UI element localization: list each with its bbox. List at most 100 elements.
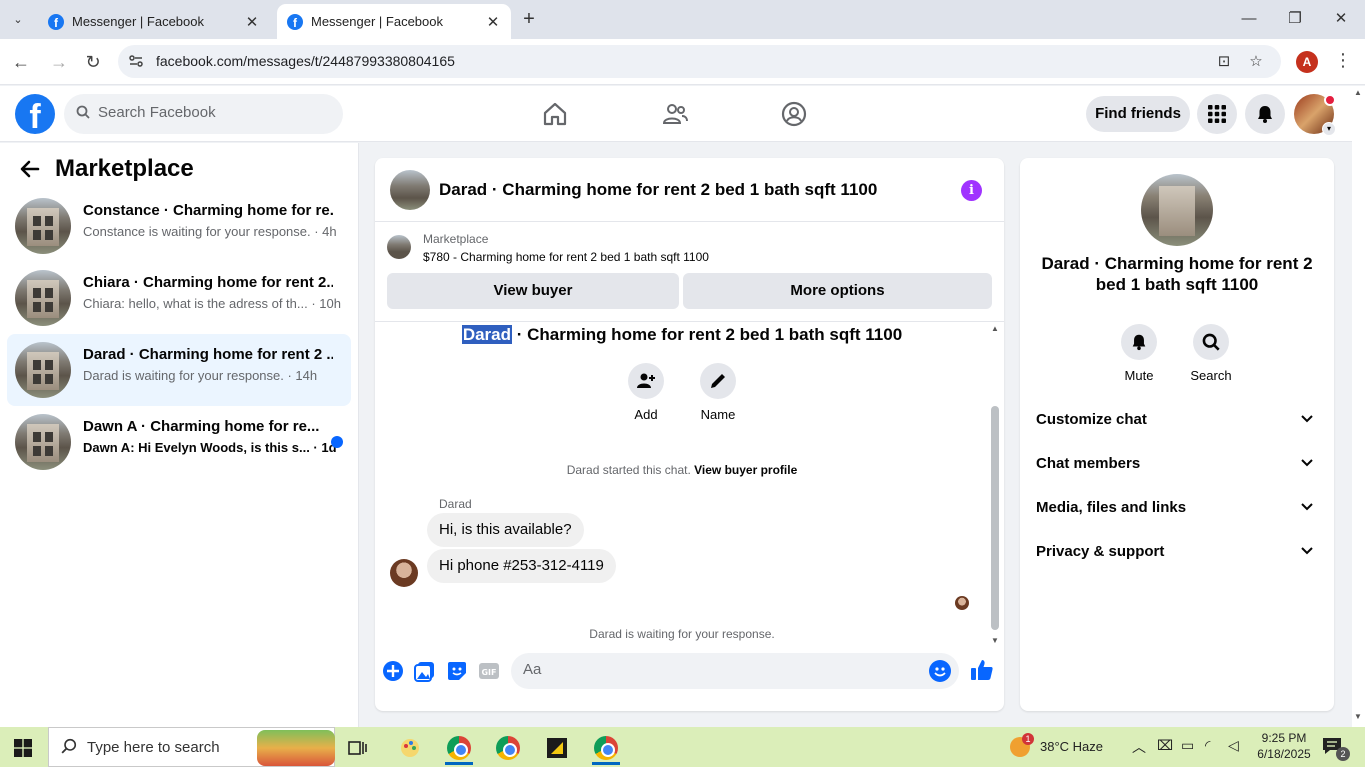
scroll-down-icon[interactable]: ▼ bbox=[989, 636, 1001, 645]
back-arrow-icon[interactable] bbox=[20, 159, 40, 185]
taskbar-clock[interactable]: 9:25 PM 6/18/2025 bbox=[1254, 730, 1314, 762]
menu-grid-icon[interactable] bbox=[1197, 94, 1237, 134]
search-in-chat-button[interactable]: Search bbox=[1186, 324, 1236, 383]
conversation-snippet: Darad is waiting for your response. · 14… bbox=[83, 368, 318, 383]
address-bar[interactable]: facebook.com/messages/t/2448799338080416… bbox=[118, 45, 1281, 78]
windows-start-icon[interactable] bbox=[14, 739, 32, 757]
plus-circle-icon[interactable] bbox=[382, 660, 404, 682]
listing-thumbnail bbox=[15, 342, 71, 398]
meet-now-icon[interactable]: ⌧ bbox=[1157, 737, 1173, 754]
task-view-icon[interactable] bbox=[338, 731, 378, 765]
chat-title[interactable]: Darad · Charming home for rent 2 bed 1 b… bbox=[439, 180, 877, 200]
facebook-favicon-icon: f bbox=[48, 13, 64, 30]
chevron-down-icon bbox=[1300, 499, 1314, 513]
emoji-icon[interactable] bbox=[929, 660, 951, 682]
sticky-notes-icon[interactable] bbox=[537, 731, 577, 765]
profile-avatar[interactable]: A bbox=[1296, 51, 1318, 73]
tray-chevron-up-icon[interactable]: ︿ bbox=[1132, 737, 1146, 757]
listing-thumbnail bbox=[15, 270, 71, 326]
tab-close-icon[interactable]: ✕ bbox=[485, 13, 501, 31]
battery-icon[interactable]: ▭ bbox=[1181, 737, 1194, 754]
message-bubble[interactable]: Hi phone #253-312-4119 bbox=[427, 549, 616, 583]
window-close-icon[interactable]: ✕ bbox=[1328, 6, 1354, 32]
scroll-thumb[interactable] bbox=[991, 406, 999, 630]
wifi-icon[interactable]: ◜ bbox=[1205, 737, 1210, 754]
customize-chat-section[interactable]: Customize chat bbox=[1028, 398, 1326, 442]
chat-details-panel: Darad · Charming home for rent 2 bed 1 b… bbox=[1020, 158, 1334, 711]
listing-title[interactable]: $780 - Charming home for rent 2 bed 1 ba… bbox=[423, 250, 709, 264]
section-label: Media, files and links bbox=[1036, 499, 1187, 516]
chrome-icon bbox=[594, 736, 618, 760]
more-options-button[interactable]: More options bbox=[683, 273, 992, 309]
tab-close-icon[interactable]: ✕ bbox=[244, 13, 260, 31]
message-bubble[interactable]: Hi, is this available? bbox=[427, 513, 584, 547]
browser-tab[interactable]: f Messenger | Facebook ✕ bbox=[38, 4, 270, 39]
search-input[interactable] bbox=[98, 104, 328, 121]
add-people-button[interactable]: Add bbox=[616, 363, 676, 422]
home-icon[interactable] bbox=[541, 100, 569, 128]
restore-icon[interactable]: ❐ bbox=[1282, 6, 1308, 32]
view-buyer-button[interactable]: View buyer bbox=[387, 273, 679, 309]
page-scrollbar[interactable]: ▲ ▼ bbox=[1352, 86, 1365, 727]
section-label: Customize chat bbox=[1036, 411, 1147, 428]
scroll-down-icon[interactable]: ▼ bbox=[1354, 712, 1362, 721]
conversation-item[interactable]: Chiara · Charming home for rent 2... Chi… bbox=[7, 262, 351, 334]
groups-icon[interactable] bbox=[780, 100, 808, 128]
thumbs-up-icon[interactable] bbox=[970, 658, 993, 680]
volume-icon[interactable]: ◁ bbox=[1228, 737, 1239, 754]
chat-thumbnail[interactable] bbox=[390, 170, 430, 210]
back-icon[interactable]: ← bbox=[9, 50, 33, 74]
find-friends-button[interactable]: Find friends bbox=[1086, 96, 1190, 132]
conversation-item-selected[interactable]: Darad · Charming home for rent 2 ... Dar… bbox=[7, 334, 351, 406]
paint-app-icon[interactable] bbox=[390, 731, 430, 765]
taskbar-search-placeholder: Type here to search bbox=[87, 739, 220, 756]
notification-center-icon[interactable]: 2 bbox=[1322, 737, 1350, 761]
new-tab-icon[interactable]: + bbox=[518, 8, 540, 31]
message-input[interactable] bbox=[523, 661, 903, 678]
gif-icon[interactable]: GIF bbox=[478, 660, 500, 682]
view-buyer-profile-link[interactable]: View buyer profile bbox=[694, 463, 797, 477]
friends-icon[interactable] bbox=[661, 100, 689, 128]
facebook-header: f Find friends ▾ bbox=[0, 86, 1352, 142]
scroll-up-icon[interactable]: ▲ bbox=[989, 324, 1001, 333]
listing-thumbnail[interactable] bbox=[387, 235, 411, 259]
url-text[interactable]: facebook.com/messages/t/2448799338080416… bbox=[156, 53, 455, 69]
weather-text: 38°C Haze bbox=[1040, 739, 1104, 754]
chat-header: Darad · Charming home for rent 2 bed 1 b… bbox=[375, 158, 1004, 222]
sender-avatar[interactable] bbox=[390, 559, 418, 587]
minimize-icon[interactable]: — bbox=[1236, 6, 1262, 32]
message-box[interactable] bbox=[511, 653, 959, 689]
thread-scrollbar[interactable]: ▲ ▼ bbox=[989, 322, 1001, 647]
reload-icon[interactable]: ↻ bbox=[81, 50, 105, 74]
name-chat-button[interactable]: Name bbox=[688, 363, 748, 422]
chat-details-thumbnail[interactable] bbox=[1141, 174, 1213, 246]
tab-search-button[interactable]: ⌄ bbox=[6, 8, 30, 30]
chrome-profile-icon[interactable] bbox=[439, 731, 479, 765]
mute-button[interactable]: Mute bbox=[1114, 324, 1164, 383]
weather-badge: 1 bbox=[1022, 733, 1034, 745]
browser-tab-active[interactable]: f Messenger | Facebook ✕ bbox=[277, 4, 511, 39]
notifications-bell-icon[interactable] bbox=[1245, 94, 1285, 134]
site-info-icon[interactable] bbox=[128, 53, 144, 69]
photo-icon[interactable] bbox=[414, 660, 436, 682]
info-icon[interactable]: i bbox=[961, 180, 982, 201]
chrome-active-icon[interactable] bbox=[586, 731, 626, 765]
scroll-up-icon[interactable]: ▲ bbox=[1354, 88, 1362, 97]
bookmark-star-icon[interactable]: ☆ bbox=[1246, 52, 1266, 72]
install-app-icon[interactable]: ⊡ bbox=[1214, 52, 1234, 72]
sender-name: Darad bbox=[439, 497, 472, 511]
conversation-item-unread[interactable]: Dawn A · Charming home for re... Dawn A:… bbox=[7, 406, 351, 478]
facebook-search[interactable] bbox=[64, 94, 343, 134]
facebook-logo-icon[interactable]: f bbox=[15, 94, 55, 134]
taskbar-search[interactable]: Type here to search bbox=[48, 727, 335, 767]
chrome-icon[interactable] bbox=[488, 731, 528, 765]
chevron-down-icon: ▾ bbox=[1322, 122, 1336, 136]
privacy-support-section[interactable]: Privacy & support bbox=[1028, 530, 1326, 574]
conversation-item[interactable]: Constance · Charming home for re... Cons… bbox=[7, 190, 351, 262]
sticker-icon[interactable] bbox=[446, 660, 468, 682]
media-files-links-section[interactable]: Media, files and links bbox=[1028, 486, 1326, 530]
chat-members-section[interactable]: Chat members bbox=[1028, 442, 1326, 486]
forward-icon[interactable]: → bbox=[47, 50, 71, 74]
browser-menu-icon[interactable]: ⋮ bbox=[1334, 50, 1352, 71]
account-avatar[interactable]: ▾ bbox=[1294, 94, 1336, 136]
